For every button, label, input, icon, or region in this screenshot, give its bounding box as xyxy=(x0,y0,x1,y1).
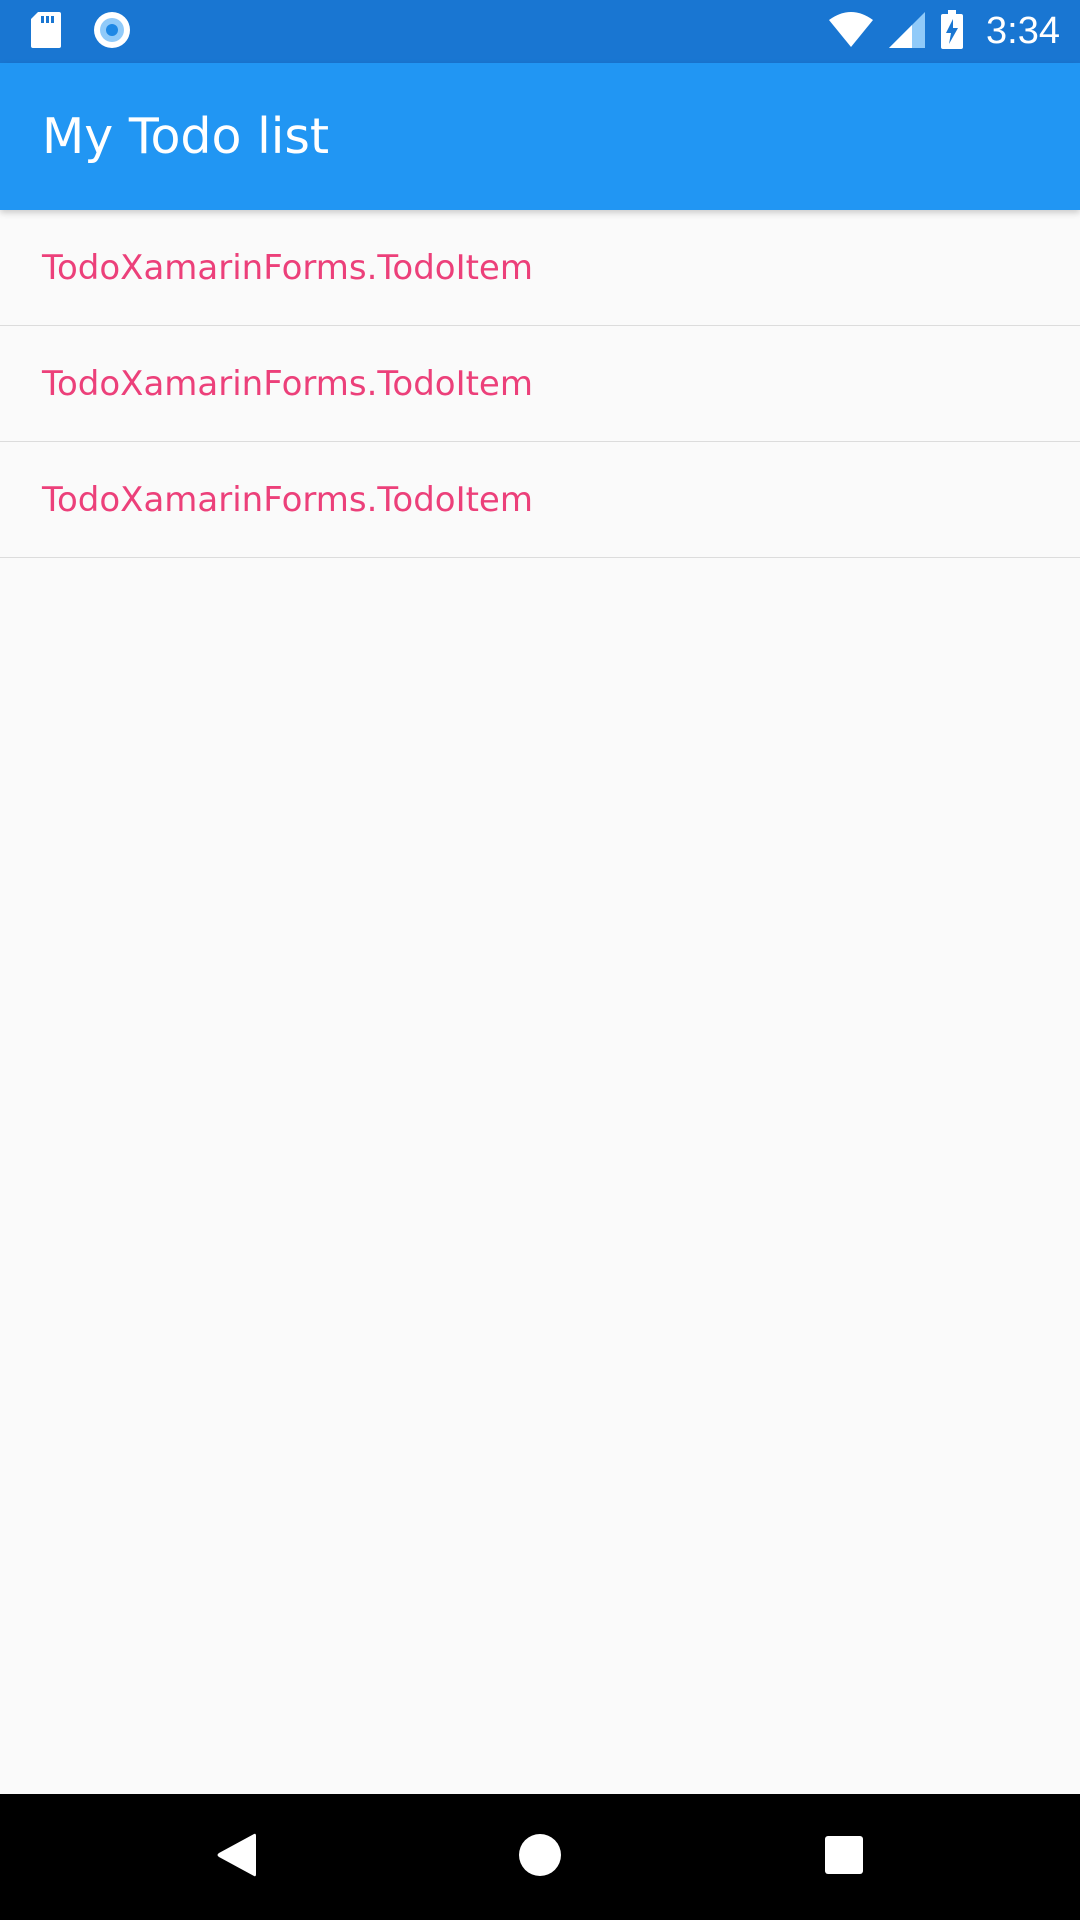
status-right-icons: 3:34 xyxy=(828,0,1060,63)
list-item[interactable]: TodoXamarinForms.TodoItem xyxy=(0,442,1080,558)
recents-button[interactable] xyxy=(764,1794,924,1920)
status-bar: 3:34 xyxy=(0,0,1080,63)
list-item[interactable]: TodoXamarinForms.TodoItem xyxy=(0,326,1080,442)
status-clock: 3:34 xyxy=(986,10,1060,52)
list-item[interactable]: TodoXamarinForms.TodoItem xyxy=(0,210,1080,326)
list-item-label: TodoXamarinForms.TodoItem xyxy=(42,363,533,404)
back-button[interactable] xyxy=(156,1794,316,1920)
sd-card-icon xyxy=(30,11,62,53)
home-icon xyxy=(518,1833,562,1881)
list-item-label: TodoXamarinForms.TodoItem xyxy=(42,247,533,288)
back-icon xyxy=(214,1831,258,1883)
navigation-bar xyxy=(0,1794,1080,1920)
list-item-label: TodoXamarinForms.TodoItem xyxy=(42,479,533,520)
home-button[interactable] xyxy=(460,1794,620,1920)
recents-icon xyxy=(824,1835,864,1879)
status-left-icons xyxy=(30,0,132,63)
app-bar: My Todo list xyxy=(0,63,1080,210)
page-title: My Todo list xyxy=(42,108,330,165)
screen: 3:34 My Todo list TodoXamarinForms.TodoI… xyxy=(0,0,1080,1920)
todo-list: TodoXamarinForms.TodoItem TodoXamarinFor… xyxy=(0,210,1080,558)
sync-circle-icon xyxy=(92,10,132,54)
cell-signal-icon xyxy=(888,11,926,53)
battery-charging-icon xyxy=(940,9,964,54)
wifi-icon xyxy=(828,11,874,52)
